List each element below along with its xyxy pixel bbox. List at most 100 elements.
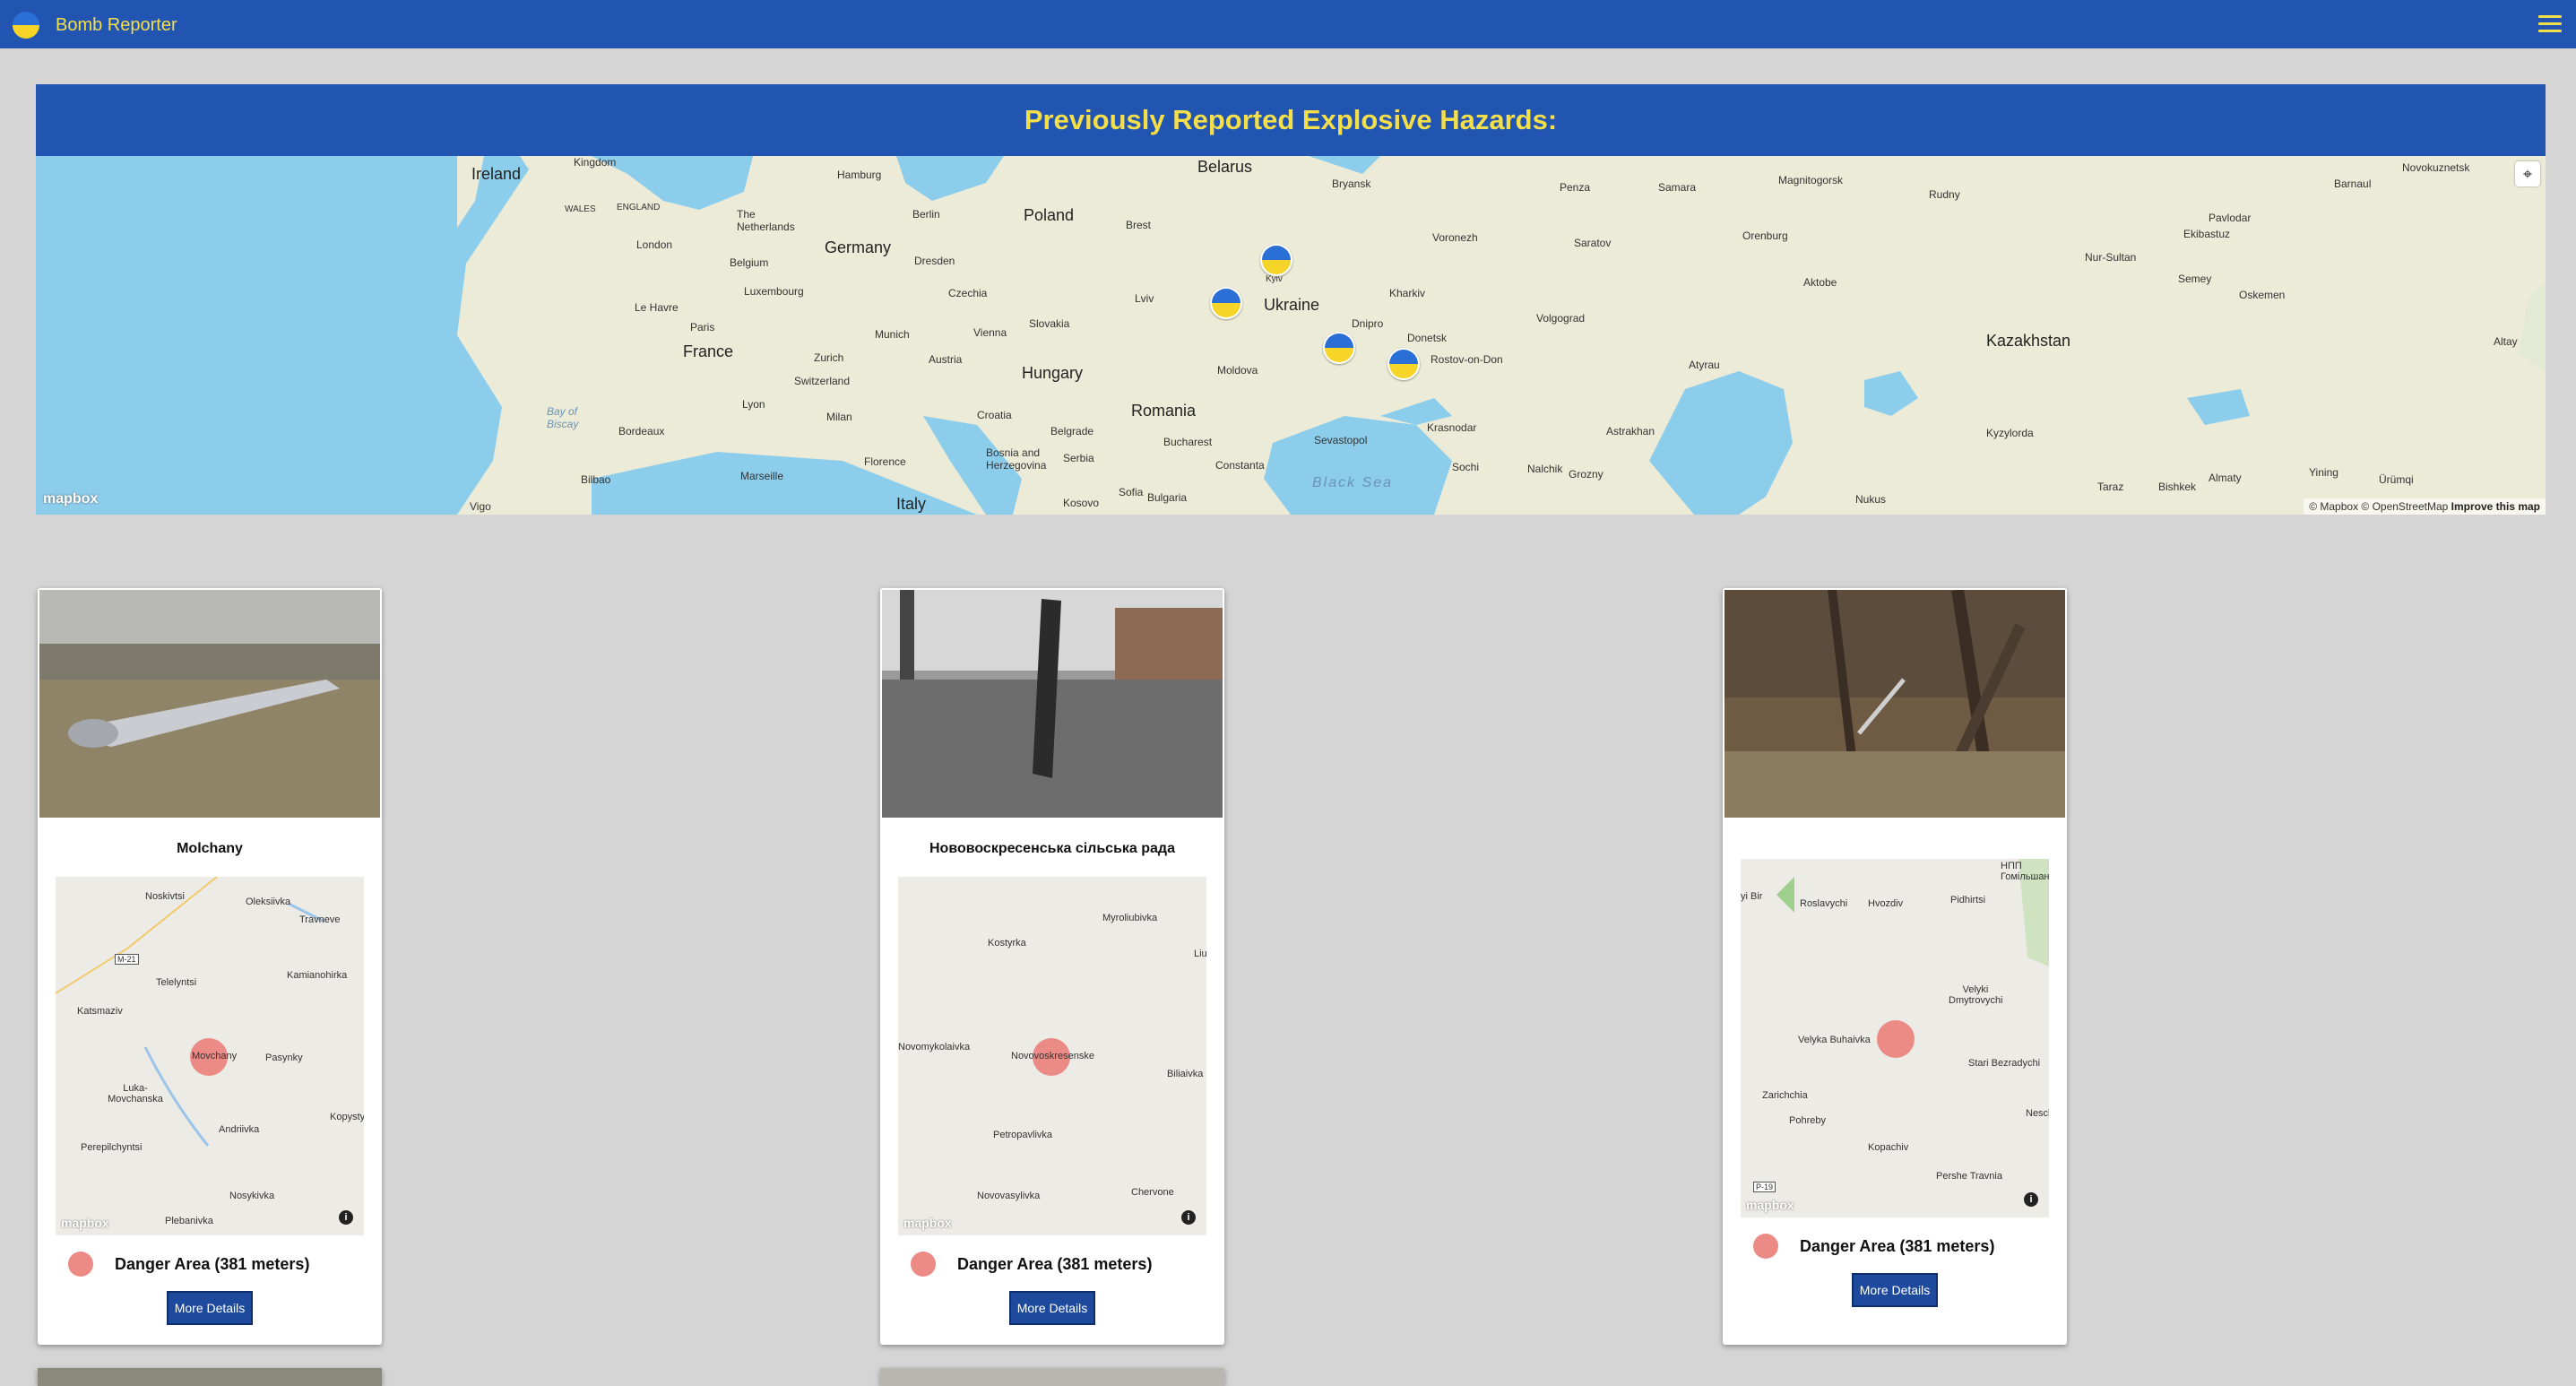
mini-map-label: Pasynky bbox=[265, 1052, 303, 1063]
map-label-city: Rudny bbox=[1929, 188, 1960, 201]
mini-map-label: Liu bbox=[1194, 949, 1206, 959]
mini-map-label: Pohreby bbox=[1789, 1115, 1826, 1126]
map-label-city: Marseille bbox=[740, 470, 784, 482]
mini-map-label: Noskivtsi bbox=[145, 891, 186, 902]
mapbox-logo[interactable]: mapbox bbox=[903, 1216, 952, 1230]
card-mini-map[interactable]: Noskivtsi Oleksiivka Travneve M-21 Telel… bbox=[56, 877, 364, 1235]
map-label-city: Milan bbox=[826, 411, 852, 423]
mini-map-label: Kostyrka bbox=[988, 938, 1026, 949]
map-label-city: Croatia bbox=[977, 409, 1012, 421]
hazard-marker-icon[interactable] bbox=[1260, 244, 1292, 276]
map-label-city: Belgium bbox=[730, 256, 769, 269]
hazards-map[interactable]: Ireland Belarus Poland Germany Ukraine F… bbox=[36, 156, 2546, 515]
mini-map-label: Zarichchia bbox=[1762, 1090, 1808, 1101]
map-label-city: Zurich bbox=[814, 351, 844, 364]
mini-map-label: Novovoskresenske bbox=[1011, 1051, 1094, 1061]
mini-map-label: Chervone bbox=[1131, 1187, 1174, 1198]
map-label-city: Saratov bbox=[1574, 237, 1612, 249]
map-label-city: Le Havre bbox=[635, 301, 679, 314]
improve-map-link[interactable]: Improve this map bbox=[2451, 500, 2540, 513]
map-label-city: Belgrade bbox=[1050, 425, 1094, 437]
hazard-marker-icon[interactable] bbox=[1210, 287, 1242, 319]
danger-legend: Danger Area (381 meters) bbox=[1753, 1234, 1994, 1259]
brand-link[interactable]: Bomb Reporter bbox=[13, 11, 177, 39]
more-details-button[interactable]: More Details bbox=[167, 1291, 253, 1325]
map-label-city: Kyzylorda bbox=[1986, 427, 2034, 439]
hazard-card-partial bbox=[38, 1368, 382, 1386]
danger-legend: Danger Area (381 meters) bbox=[68, 1252, 309, 1277]
map-label-city: Novokuznetsk bbox=[2402, 161, 2470, 174]
mini-map-label: Nosykivka bbox=[229, 1191, 275, 1201]
danger-area-circle bbox=[1877, 1020, 1915, 1058]
attribution-text[interactable]: © Mapbox © OpenStreetMap bbox=[2309, 500, 2448, 513]
mapbox-logo[interactable]: mapbox bbox=[1746, 1198, 1794, 1212]
map-label-city: Bryansk bbox=[1332, 178, 1371, 190]
danger-dot-icon bbox=[68, 1252, 93, 1277]
map-label-city: Sofia bbox=[1119, 486, 1144, 498]
map-label-city: Orenburg bbox=[1742, 230, 1788, 242]
info-icon[interactable]: i bbox=[2024, 1192, 2038, 1207]
geolocate-icon[interactable]: ⌖ bbox=[2515, 161, 2540, 186]
mini-map-label: Kopachiv bbox=[1868, 1142, 1909, 1153]
danger-legend: Danger Area (381 meters) bbox=[911, 1252, 1152, 1277]
hazard-card: Нововоскресенська сільська рада Myroliub… bbox=[880, 588, 1224, 1345]
more-details-button[interactable]: More Details bbox=[1009, 1291, 1095, 1325]
map-label-city: Nukus bbox=[1855, 493, 1887, 506]
card-mini-map[interactable]: Myroliubivka Kostyrka Liu Novomykolaivka… bbox=[898, 877, 1206, 1235]
map-label-city: Switzerland bbox=[794, 375, 851, 387]
more-details-button[interactable]: More Details bbox=[1852, 1273, 1938, 1307]
map-label-city: Dnipro bbox=[1352, 317, 1384, 330]
map-water-shapes bbox=[36, 156, 2546, 515]
hazards-map-panel: Previously Reported Explosive Hazards: I… bbox=[36, 84, 2546, 515]
mapbox-logo[interactable]: mapbox bbox=[61, 1216, 109, 1230]
map-label-city: Grozny bbox=[1569, 468, 1604, 481]
map-label-romania: Romania bbox=[1131, 402, 1197, 420]
map-label-city: Almaty bbox=[2209, 472, 2242, 484]
map-label-city: Munich bbox=[875, 328, 910, 341]
mapbox-logo[interactable]: mapbox bbox=[43, 491, 98, 507]
map-label-ireland: Ireland bbox=[471, 165, 522, 183]
map-label-city: Aktobe bbox=[1803, 276, 1837, 289]
map-label-city: Nalchik bbox=[1527, 463, 1563, 475]
mini-map-label: Kopysty bbox=[330, 1112, 364, 1122]
map-header-title: Previously Reported Explosive Hazards: bbox=[36, 84, 2546, 156]
map-label-city: Bulgaria bbox=[1147, 491, 1188, 504]
hazard-marker-icon[interactable] bbox=[1323, 332, 1355, 364]
map-label-city: Semey bbox=[2178, 273, 2212, 285]
map-label-france: France bbox=[683, 342, 734, 360]
map-label-city: Dresden bbox=[914, 255, 955, 267]
map-label-city: Sochi bbox=[1452, 461, 1480, 473]
hamburger-menu-icon[interactable] bbox=[2538, 11, 2569, 38]
mini-map-label: Stari Bezradychi bbox=[1968, 1058, 2041, 1069]
map-label-city: Lviv bbox=[1135, 292, 1154, 305]
card-mini-map[interactable]: НПП Гомільшан yi Bir Roslavychi Hvozdiv … bbox=[1741, 859, 2049, 1217]
card-title: Molchany bbox=[177, 841, 243, 856]
mini-map-label: Myroliubivka bbox=[1102, 913, 1158, 923]
hazard-card: НПП Гомільшан yi Bir Roslavychi Hvozdiv … bbox=[1723, 588, 2067, 1345]
map-label-city: Paris bbox=[690, 321, 715, 334]
mini-map-label: Perepilchyntsi bbox=[81, 1142, 143, 1153]
mini-map-label: Movchany bbox=[192, 1051, 238, 1061]
map-label-city: Bucharest bbox=[1163, 436, 1213, 448]
hazard-marker-icon[interactable] bbox=[1387, 348, 1420, 380]
danger-legend-text: Danger Area (381 meters) bbox=[1800, 1236, 1995, 1255]
map-label-city: Lyon bbox=[742, 398, 765, 411]
mini-map-label: Luka-Movchanska bbox=[108, 1083, 163, 1104]
mini-map-label: Andriivka bbox=[219, 1124, 260, 1135]
hazard-card-partial bbox=[880, 1368, 1224, 1386]
map-attribution: © Mapbox © OpenStreetMap Improve this ma… bbox=[2304, 498, 2546, 515]
info-icon[interactable]: i bbox=[1181, 1210, 1196, 1225]
map-label-city: Altay bbox=[2494, 335, 2518, 348]
mini-map-label: Novovasylivka bbox=[977, 1191, 1041, 1201]
map-label-city: Rostov-on-Don bbox=[1431, 353, 1503, 366]
road-sign-label: M-21 bbox=[115, 954, 139, 965]
map-label-city: Samara bbox=[1658, 181, 1697, 194]
map-label-belarus: Belarus bbox=[1197, 158, 1253, 176]
map-label-city: Taraz bbox=[2097, 481, 2124, 493]
map-label-city: Barnaul bbox=[2334, 178, 2372, 190]
map-label-city: Nur-Sultan bbox=[2085, 251, 2137, 264]
map-label-city: The Netherlands bbox=[737, 208, 795, 233]
map-label-city: Moldova bbox=[1217, 364, 1258, 377]
map-label-city: Bordeaux bbox=[618, 425, 665, 437]
info-icon[interactable]: i bbox=[339, 1210, 353, 1225]
